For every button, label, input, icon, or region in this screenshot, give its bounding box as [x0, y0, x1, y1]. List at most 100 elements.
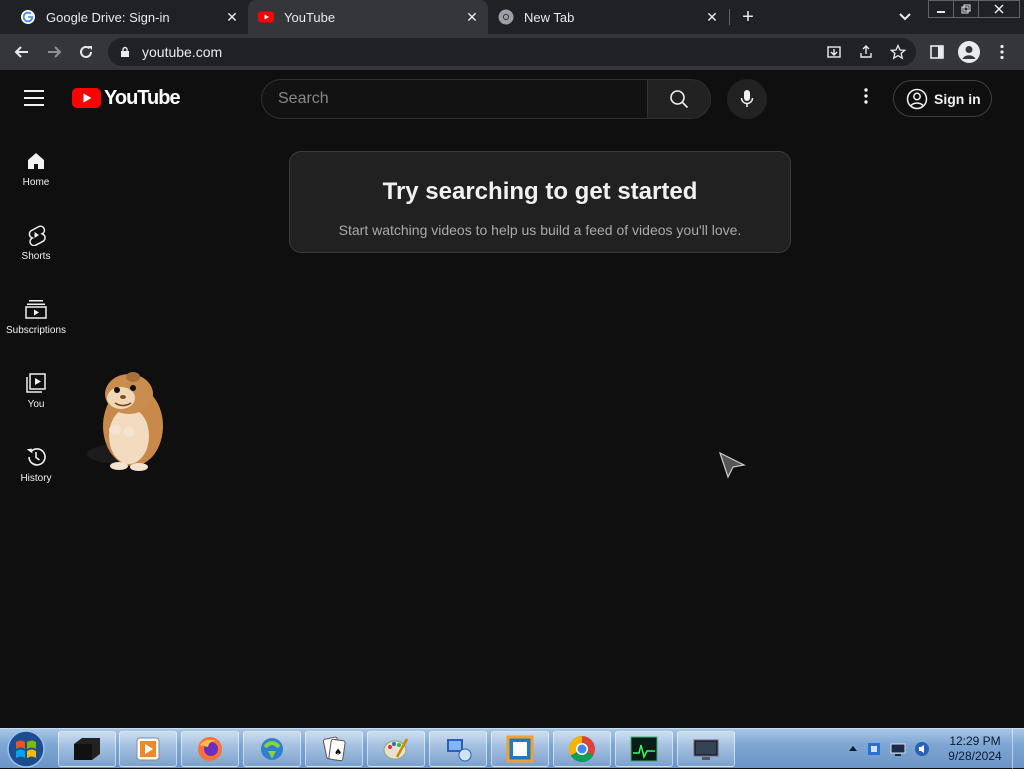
reload-icon: [80, 45, 92, 58]
search-placeholder: Search: [278, 90, 329, 107]
profile-button[interactable]: [957, 40, 981, 64]
side-panel-icon: [930, 45, 944, 59]
tab-new-tab[interactable]: New Tab ✕: [488, 0, 728, 34]
address-bar[interactable]: youtube.com: [108, 38, 916, 66]
home-icon: [28, 153, 44, 169]
tab-youtube[interactable]: YouTube ✕: [248, 0, 488, 34]
show-hidden-icons-icon[interactable]: [845, 741, 861, 757]
nav-label: Home: [22, 177, 50, 188]
sign-in-label: Sign in: [934, 90, 981, 107]
media-icon: [74, 738, 100, 760]
account-circle-icon: [906, 88, 928, 109]
remote-desktop-icon: [693, 739, 719, 760]
taskbar-media-app[interactable]: [58, 731, 116, 767]
you-icon: [26, 373, 46, 393]
restore-icon: [961, 4, 971, 14]
tray-app-icon[interactable]: [866, 741, 882, 757]
taskbar-task-manager-app[interactable]: [615, 731, 673, 767]
close-icon: [994, 4, 1004, 14]
taskbar-network-app[interactable]: [429, 731, 487, 767]
virtualbox-icon: [506, 735, 534, 763]
guide-menu-button[interactable]: [24, 86, 48, 110]
nav-label: Subscriptions: [5, 325, 67, 336]
taskbar-firefox-app[interactable]: [181, 731, 239, 767]
back-arrow-icon: [14, 46, 28, 58]
back-button[interactable]: [10, 40, 34, 64]
nav-label: You: [27, 399, 45, 410]
close-tab-icon[interactable]: ✕: [464, 9, 480, 25]
taskbar-solitaire-app[interactable]: ♠: [305, 731, 363, 767]
taskbar-remote-desktop-app[interactable]: [677, 731, 735, 767]
youtube-logo[interactable]: YouTube: [72, 86, 181, 109]
share-icon[interactable]: [858, 44, 874, 60]
svg-text:♠: ♠: [334, 748, 342, 758]
minimize-button[interactable]: [928, 0, 954, 18]
forward-arrow-icon: [48, 46, 62, 58]
nav-shorts[interactable]: Shorts: [0, 211, 72, 285]
bookmark-star-icon[interactable]: [890, 44, 906, 60]
nav-label: History: [20, 473, 52, 484]
youtube-logo-icon: [72, 88, 101, 108]
volume-icon[interactable]: [914, 741, 930, 757]
lock-icon[interactable]: [120, 46, 130, 58]
paint-icon: [383, 738, 409, 760]
nav-label: Shorts: [21, 251, 51, 262]
settings-menu-button[interactable]: [856, 88, 876, 108]
network-status-icon[interactable]: [890, 741, 906, 757]
close-tab-icon[interactable]: ✕: [704, 9, 720, 25]
vlc-icon: [136, 737, 160, 761]
shorts-icon: [28, 225, 46, 246]
forward-button[interactable]: [42, 40, 66, 64]
reload-button[interactable]: [74, 40, 98, 64]
download-manager-icon: [261, 738, 283, 760]
system-clock[interactable]: 12:29 PM 9/28/2024: [940, 734, 1010, 764]
nav-you[interactable]: You: [0, 359, 72, 433]
profile-avatar-icon: [958, 41, 980, 63]
tab-search-button[interactable]: [893, 5, 917, 29]
nav-subscriptions[interactable]: Subscriptions: [0, 285, 72, 359]
empty-feed-card: Try searching to get started Start watch…: [289, 151, 791, 253]
tab-google-drive[interactable]: Google Drive: Sign-in ✕: [0, 0, 248, 34]
show-desktop-button[interactable]: [1012, 729, 1024, 769]
mouse-cursor-icon: [718, 451, 746, 479]
taskbar: ♠ 12:29 PM 9/28/2024: [0, 728, 1024, 769]
new-tab-button[interactable]: +: [736, 5, 760, 29]
chrome-menu-button[interactable]: [990, 40, 1014, 64]
restore-button[interactable]: [953, 0, 979, 18]
chrome-icon: [498, 9, 514, 25]
url-text: youtube.com: [142, 44, 223, 60]
hamster-desktop-pet[interactable]: [83, 368, 173, 478]
tab-title: Google Drive: Sign-in: [46, 9, 170, 25]
card-subtitle: Start watching videos to help us build a…: [338, 222, 742, 238]
install-app-icon[interactable]: [826, 44, 842, 60]
windows-start-icon: [7, 730, 45, 768]
youtube-masthead: YouTube Search Sign in: [0, 70, 1024, 126]
search-icon: [670, 90, 689, 109]
browser-toolbar: youtube.com: [0, 34, 1024, 70]
voice-search-button[interactable]: [727, 79, 767, 119]
logo-text: YouTube: [104, 86, 181, 109]
taskbar-chrome-app[interactable]: [553, 731, 611, 767]
search-button[interactable]: [647, 79, 711, 119]
nav-history[interactable]: History: [0, 433, 72, 507]
youtube-icon: [258, 11, 274, 23]
search-input[interactable]: Search: [261, 79, 647, 119]
taskbar-download-manager-app[interactable]: [243, 731, 301, 767]
firefox-icon: [198, 737, 222, 761]
taskbar-paint-app[interactable]: [367, 731, 425, 767]
solitaire-icon: ♠: [322, 736, 346, 762]
close-window-button[interactable]: [978, 0, 1020, 18]
nav-home[interactable]: Home: [0, 137, 72, 211]
subscriptions-icon: [25, 300, 47, 319]
close-tab-icon[interactable]: ✕: [224, 9, 240, 25]
start-button[interactable]: [4, 729, 48, 769]
sign-in-button[interactable]: Sign in: [893, 80, 992, 117]
taskbar-vlc-app[interactable]: [119, 731, 177, 767]
side-panel-button[interactable]: [925, 40, 949, 64]
google-icon: [21, 10, 35, 24]
tab-title: New Tab: [524, 9, 575, 25]
taskbar-virtualbox-app[interactable]: [491, 731, 549, 767]
task-manager-icon: [630, 736, 658, 762]
more-vertical-icon: [1000, 44, 1004, 60]
minimize-icon: [937, 11, 945, 13]
